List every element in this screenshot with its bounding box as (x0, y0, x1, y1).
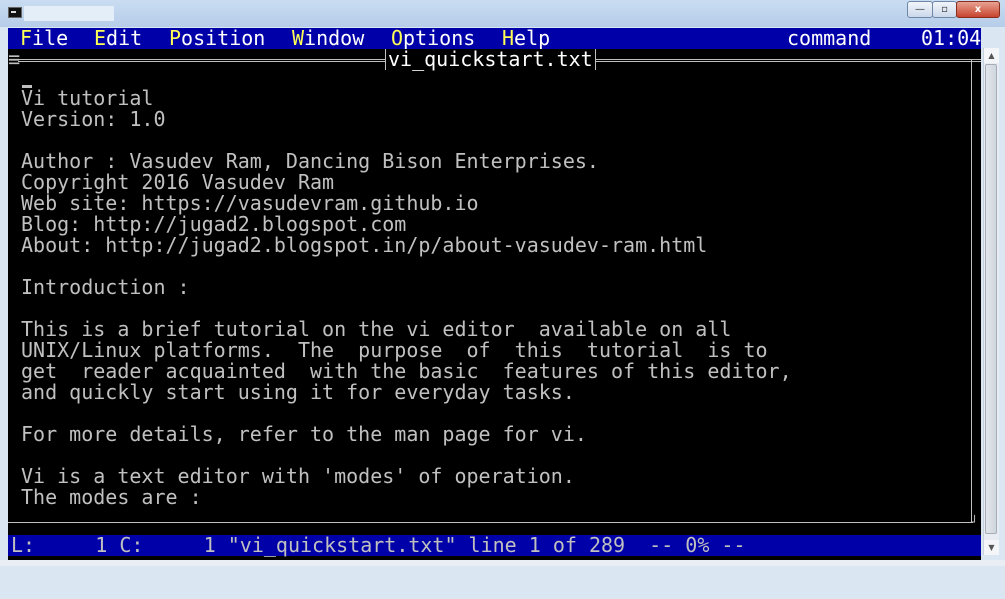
text-line: Introduction : (21, 275, 190, 299)
menu-file-hotkey: F (20, 26, 33, 50)
editor-text[interactable]: Vi tutorial Version: 1.0 Author : Vasudev … (21, 88, 971, 508)
menu-options[interactable]: Options (391, 28, 475, 49)
text-line: The modes are : (21, 485, 202, 509)
menu-window[interactable]: Window (292, 28, 364, 49)
desktop-background (0, 560, 1005, 566)
menu-file-label: ile (32, 26, 69, 50)
status-text: L: 1 C: 1 "vi_quickstart.txt" line 1 of … (11, 533, 746, 557)
text-line (21, 256, 971, 277)
text-line (21, 403, 971, 424)
file-title: vi_quickstart.txt (385, 49, 596, 70)
window-close-icon[interactable]: ≡ (8, 49, 20, 70)
close-window-button[interactable]: x (956, 1, 1000, 18)
console-app-icon (8, 7, 22, 18)
editor-window-frame: ≡ vi_quickstart.txt (8, 49, 981, 70)
text-line: For more details, refer to the man page … (21, 422, 587, 446)
text-line (21, 298, 971, 319)
frame-bottom-line (8, 522, 973, 523)
menu-position-hotkey: P (169, 26, 182, 50)
resize-corner-icon[interactable]: ┘ (971, 516, 978, 528)
menu-edit-hotkey: E (94, 26, 107, 50)
text-line: Blog: http://jugad2.blogspot.com (21, 212, 407, 236)
text-line (21, 130, 971, 151)
text-line: This is a brief tutorial on the vi edito… (21, 317, 732, 341)
maximize-button[interactable]: ▫ (932, 1, 957, 18)
scroll-down-icon[interactable]: ▼ (984, 540, 999, 555)
menubar: File Edit Position Window Options Help c… (8, 28, 981, 49)
window-title (24, 6, 114, 21)
text-line: UNIX/Linux platforms. The purpose of thi… (21, 338, 768, 362)
menu-window-hotkey: W (292, 26, 305, 50)
menu-edit-label: dit (106, 26, 143, 50)
text-line: get reader acquainted with the basic fea… (21, 359, 792, 383)
text-line: Author : Vasudev Ram, Dancing Bison Ente… (21, 149, 599, 173)
text-line: Version: 1.0 (21, 107, 166, 131)
scroll-up-icon[interactable]: ▲ (984, 48, 999, 63)
scroll-thumb[interactable] (985, 64, 997, 534)
status-bar: L: 1 C: 1 "vi_quickstart.txt" line 1 of … (8, 535, 981, 556)
clock: 01:04 (921, 26, 982, 50)
frame-right-line (971, 60, 972, 523)
menu-window-label: indow (304, 26, 365, 50)
text-line: Copyright 2016 Vasudev Ram (21, 170, 335, 194)
console-area[interactable]: File Edit Position Window Options Help c… (8, 28, 981, 560)
text-line: Web site: https://vasudevram.github.io (21, 191, 479, 215)
text-line: Vi is a text editor with 'modes' of oper… (21, 464, 575, 488)
text-line (21, 445, 971, 466)
menu-file[interactable]: File (20, 28, 68, 49)
text-line: About: http://jugad2.blogspot.in/p/about… (21, 233, 708, 257)
menu-position[interactable]: Position (169, 28, 265, 49)
minimize-button[interactable]: — (907, 1, 933, 18)
menu-edit[interactable]: Edit (94, 28, 142, 49)
menu-help[interactable]: Help (502, 28, 550, 49)
window-titlebar: — ▫ x (0, 0, 1005, 27)
menu-position-label: osition (181, 26, 266, 50)
vertical-scrollbar[interactable]: ▲ ▼ (983, 48, 999, 555)
text-line: Vi tutorial (21, 86, 154, 110)
text-line: and quickly start using it for everyday … (21, 380, 575, 404)
mode-indicator: command (787, 26, 872, 50)
